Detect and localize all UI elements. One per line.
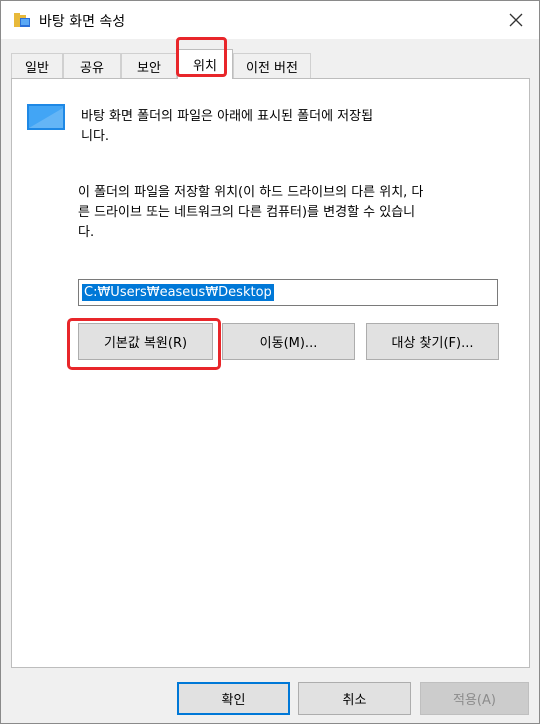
folder-path-input[interactable]: C:₩Users₩easeus₩Desktop [78, 279, 498, 306]
desktop-folder-icon [27, 104, 65, 130]
title-bar: 바탕 화면 속성 [1, 1, 539, 39]
close-icon [509, 13, 523, 27]
close-button[interactable] [493, 1, 539, 39]
tab-sharing[interactable]: 공유 [63, 53, 121, 78]
cancel-button[interactable]: 취소 [298, 682, 411, 715]
folder-description: 바탕 화면 폴더의 파일은 아래에 표시된 폴더에 저장됩 니다. [81, 109, 374, 144]
tab-previous-versions[interactable]: 이전 버전 [233, 53, 311, 78]
tab-highlight-box [176, 37, 227, 77]
move-button[interactable]: 이동(M)... [222, 323, 355, 360]
ok-button[interactable]: 확인 [177, 682, 290, 715]
restore-button-highlight-box [67, 318, 221, 370]
folder-path-text: C:₩Users₩easeus₩Desktop [82, 284, 274, 301]
apply-button[interactable]: 적용(A) [420, 682, 529, 715]
find-target-button[interactable]: 대상 찾기(F)... [366, 323, 499, 360]
location-instructions: 이 폴더의 파일을 저장할 위치(이 하드 드라이브의 다른 위치, 다 른 드… [78, 185, 424, 240]
tab-general[interactable]: 일반 [11, 53, 63, 78]
properties-dialog: 바탕 화면 속성 일반 공유 보안 위치 이전 버전 바탕 화면 폴더의 파일은… [0, 0, 540, 724]
folder-title-icon [14, 13, 30, 27]
window-title: 바탕 화면 속성 [39, 14, 126, 30]
location-tab-panel [11, 78, 530, 668]
tab-security[interactable]: 보안 [121, 53, 177, 78]
